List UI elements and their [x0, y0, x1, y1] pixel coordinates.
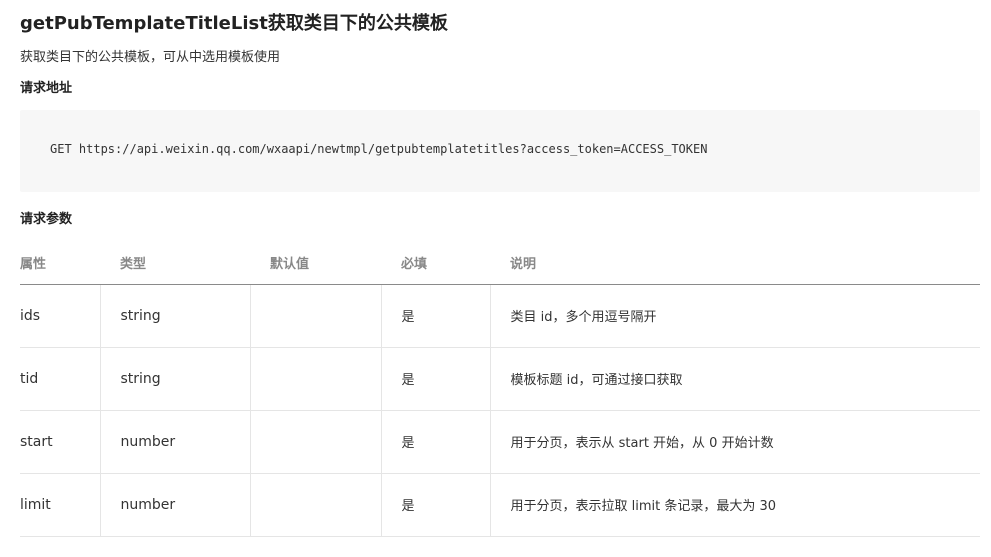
cell-attr: limit — [20, 473, 100, 537]
cell-attr: tid — [20, 347, 100, 411]
cell-required: 是 — [380, 473, 490, 537]
document-page: getPubTemplateTitleList获取类目下的公共模板 获取类目下的… — [0, 0, 991, 557]
request-params-heading: 请求参数 — [20, 212, 73, 227]
cell-attr: ids — [20, 284, 100, 348]
cell-type: string — [99, 347, 250, 411]
cell-required: 是 — [380, 347, 490, 411]
request-url-code-block: GET https://api.weixin.qq.com/wxaapi/new… — [20, 110, 980, 192]
table-header-row: 属性 类型 默认值 必填 说明 — [20, 242, 980, 285]
cell-type: number — [99, 410, 250, 474]
table-row: limit number 是 用于分页，表示拉取 limit 条记录，最大为 3… — [20, 473, 980, 537]
header-description: 说明 — [490, 242, 980, 285]
cell-default — [249, 410, 381, 474]
request-url-heading: 请求地址 — [20, 81, 73, 96]
cell-type: string — [99, 284, 250, 348]
header-default: 默认值 — [250, 242, 381, 285]
header-type: 类型 — [100, 242, 250, 285]
header-attr: 属性 — [20, 242, 100, 285]
cell-required: 是 — [380, 410, 490, 474]
cell-attr: start — [20, 410, 100, 474]
cell-default — [249, 347, 381, 411]
cell-description: 用于分页，表示从 start 开始，从 0 开始计数 — [489, 410, 980, 474]
page-title: getPubTemplateTitleList获取类目下的公共模板 — [20, 13, 448, 34]
table-row: start number 是 用于分页，表示从 start 开始，从 0 开始计… — [20, 410, 980, 474]
cell-required: 是 — [380, 284, 490, 348]
page-description: 获取类目下的公共模板，可从中选用模板使用 — [20, 50, 281, 65]
table-row: ids string 是 类目 id，多个用逗号隔开 — [20, 284, 980, 348]
cell-description: 类目 id，多个用逗号隔开 — [489, 284, 980, 348]
cell-default — [249, 284, 381, 348]
header-required: 必填 — [381, 242, 490, 285]
cell-default — [249, 473, 381, 537]
params-table: 属性 类型 默认值 必填 说明 ids string 是 类目 id，多个用逗号… — [20, 242, 980, 537]
cell-type: number — [99, 473, 250, 537]
table-row: tid string 是 模板标题 id，可通过接口获取 — [20, 347, 980, 411]
cell-description: 用于分页，表示拉取 limit 条记录，最大为 30 — [489, 473, 980, 537]
cell-description: 模板标题 id，可通过接口获取 — [489, 347, 980, 411]
request-url-code: GET https://api.weixin.qq.com/wxaapi/new… — [50, 142, 708, 156]
